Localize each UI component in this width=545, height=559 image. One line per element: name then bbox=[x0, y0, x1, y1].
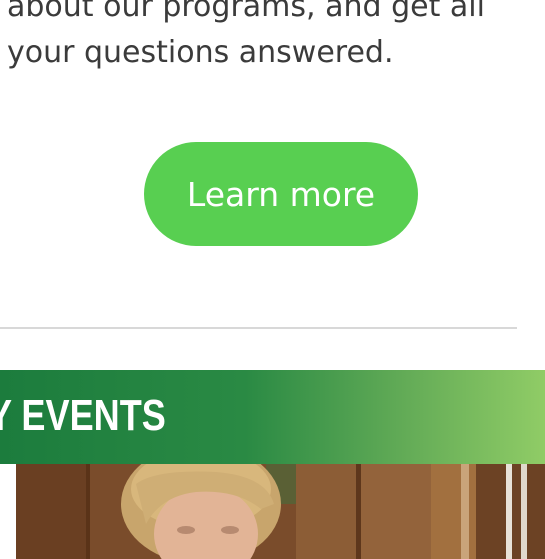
event-photo-image bbox=[16, 464, 545, 559]
intro-line-2: your questions answered. bbox=[7, 35, 394, 70]
events-banner: Y EVENTS bbox=[0, 370, 545, 464]
page: about our programs, and get all your que… bbox=[0, 0, 545, 559]
intro-paragraph: about our programs, and get all your que… bbox=[7, 0, 545, 76]
events-title: Y EVENTS bbox=[0, 391, 166, 440]
intro-line-1: about our programs, and get all bbox=[7, 0, 485, 24]
learn-more-label: Learn more bbox=[186, 174, 376, 214]
section-divider bbox=[0, 327, 517, 329]
event-photo[interactable] bbox=[16, 464, 545, 559]
learn-more-button[interactable]: Learn more bbox=[144, 142, 418, 246]
